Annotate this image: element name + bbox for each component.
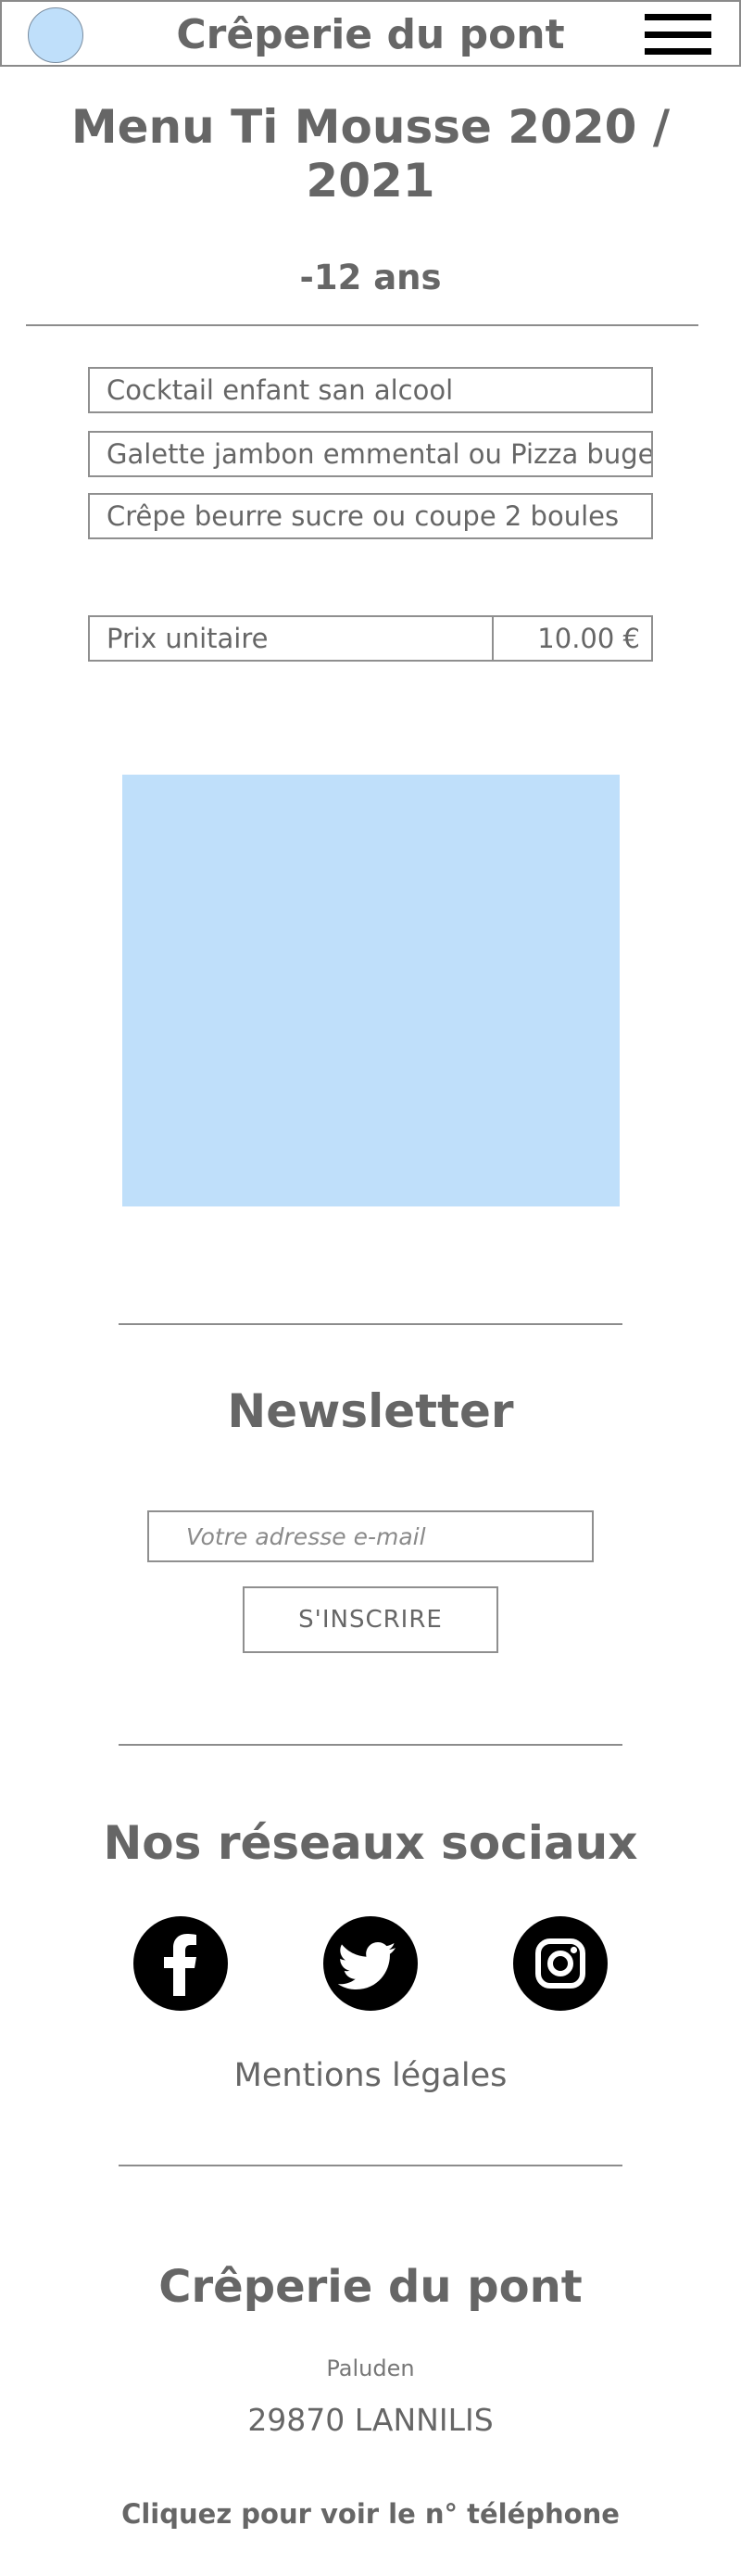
- legal-notice-link[interactable]: Mentions légales: [0, 2057, 741, 2094]
- twitter-icon[interactable]: [323, 1916, 418, 2011]
- subscribe-button[interactable]: S'INSCRIRE: [243, 1586, 498, 1653]
- footer-restaurant-name: Crêperie du pont: [158, 2261, 583, 2313]
- price-row: Prix unitaire 10.00 €: [88, 615, 653, 662]
- instagram-icon[interactable]: [513, 1916, 608, 2011]
- email-input[interactable]: [147, 1510, 594, 1562]
- page-title: Menu Ti Mousse 2020 / 2021: [70, 100, 671, 208]
- menu-item: Galette jambon emmental ou Pizza bugel: [88, 431, 653, 477]
- site-title: Crêperie du pont: [176, 11, 565, 58]
- menu-item: Cocktail enfant san alcool: [88, 367, 653, 413]
- age-category-heading: -12 ans: [299, 258, 442, 297]
- divider: [119, 1323, 622, 1325]
- divider: [119, 2165, 622, 2166]
- hamburger-bar: [645, 31, 711, 38]
- hamburger-bar: [645, 14, 711, 20]
- show-phone-link[interactable]: Cliquez pour voir le n° téléphone: [0, 2498, 741, 2530]
- top-header: Crêperie du pont: [0, 0, 741, 67]
- menu-item: Crêpe beurre sucre ou coupe 2 boules: [88, 493, 653, 539]
- menu-image-placeholder: [122, 775, 620, 1206]
- price-label: Prix unitaire: [90, 617, 494, 660]
- divider: [119, 1744, 622, 1746]
- divider: [26, 324, 698, 326]
- social-title: Nos réseaux sociaux: [103, 1816, 638, 1870]
- facebook-icon[interactable]: [133, 1916, 228, 2011]
- price-value: 10.00 €: [537, 623, 640, 654]
- hamburger-bar: [645, 48, 711, 55]
- hamburger-menu-icon[interactable]: [645, 14, 711, 55]
- footer-city: 29870 LANNILIS: [247, 2402, 494, 2438]
- footer-place: Paluden: [326, 2355, 415, 2381]
- newsletter-title: Newsletter: [227, 1384, 514, 1438]
